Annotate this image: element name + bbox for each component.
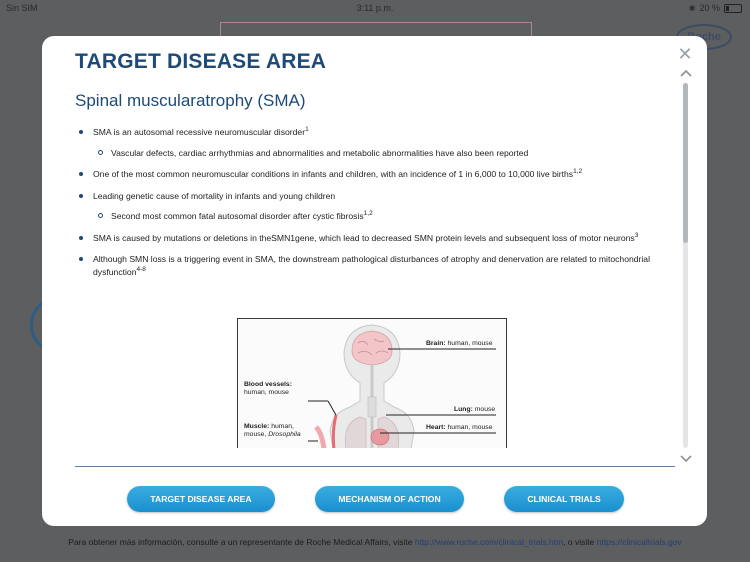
reference-sup: 1,2 (573, 168, 583, 175)
list-item: Although SMN loss is a triggering event … (79, 253, 665, 278)
reference-sup: 3 (634, 231, 639, 239)
chevron-down-icon[interactable] (680, 452, 692, 464)
target-disease-area-button[interactable]: TARGET DISEASE AREA (127, 486, 275, 512)
list-item: SMA is caused by mutations or deletions … (79, 231, 665, 245)
reference-sup: 1,2 (363, 210, 373, 217)
battery-indicator: ✱ 20 % (689, 3, 742, 13)
background-banner (220, 22, 532, 37)
sub-bullet-list: Vascular defects, cardiac arrhythmias an… (93, 147, 665, 160)
footer-link-clinicaltrials[interactable]: https://clinicaltrials.gov (597, 537, 682, 547)
bullet-text: One of the most common neuromuscular con… (93, 169, 574, 179)
bluetooth-icon: ✱ (688, 3, 696, 13)
list-item: One of the most common neuromuscular con… (79, 168, 665, 181)
figure-label-muscle: Muscle: human, mouse, Drosophila (244, 423, 301, 438)
mechanism-of-action-button[interactable]: MECHANISM OF ACTION (315, 486, 464, 512)
figure-label-heart: Heart: human, mouse (426, 424, 493, 431)
info-modal: ✕ TARGET DISEASE AREA Spinal muscularatr… (42, 36, 707, 526)
modal-content[interactable]: TARGET DISEASE AREA Spinal muscularatrop… (75, 48, 665, 448)
sub-bullet-list: Second most common fatal autosomal disor… (93, 210, 665, 223)
clock: 3:11 p.m. (356, 3, 394, 13)
list-item: Vascular defects, cardiac arrhythmias an… (98, 147, 665, 160)
bullet-text: SMA is caused by mutations or deletions … (93, 232, 635, 243)
bullet-text: Second most common fatal autosomal disor… (111, 211, 364, 221)
reference-sup: 4-8 (136, 265, 146, 273)
list-item: Second most common fatal autosomal disor… (98, 210, 665, 223)
figure-label-lung: Lung: mouse (454, 406, 496, 413)
bullet-text: SMA is an autosomal recessive neuromuscu… (93, 127, 306, 137)
modal-divider (75, 466, 675, 467)
bullet-list: SMA is an autosomal recessive neuromuscu… (75, 126, 665, 278)
modal-title: TARGET DISEASE AREA (75, 50, 327, 73)
footer-disclaimer: Para obtener más información, consulte a… (0, 537, 750, 547)
figure-label-brain: Brain: human, mouse (426, 340, 493, 347)
reference-sup: 1 (305, 126, 309, 133)
scrollbar-thumb[interactable] (683, 83, 688, 243)
bullet-text: Vascular defects, cardiac arrhythmias an… (111, 147, 529, 158)
clinical-trials-button[interactable]: CLINICAL TRIALS (504, 486, 624, 512)
battery-icon (724, 3, 742, 13)
close-icon[interactable]: ✕ (677, 45, 693, 63)
bullet-text: Although SMN loss is a triggering event … (93, 254, 650, 277)
anatomy-figure: Brain: human, mouse Blood vessels: human,… (237, 318, 507, 448)
scrollbar[interactable] (683, 83, 688, 448)
list-item: SMA is an autosomal recessive neuromuscu… (79, 126, 665, 160)
footer-link-roche[interactable]: http://www.roche.com/clinical_trials.htm (415, 537, 563, 547)
figure-label-blood-vessels: Blood vessels: human, mouse (244, 381, 292, 396)
list-item: Leading genetic cause of mortality in in… (79, 190, 665, 223)
footer-text-mid: , o visite (563, 537, 597, 547)
chevron-up-icon[interactable] (680, 68, 692, 80)
battery-label: 20 % (699, 3, 720, 13)
status-bar: Sin SIM 3:11 p.m. ✱ 20 % (0, 0, 750, 16)
footer-text: Para obtener más información, consulte a… (68, 537, 415, 547)
bullet-text: Leading genetic cause of mortality in in… (93, 190, 336, 201)
section-subtitle: Spinal muscularatrophy (SMA) (75, 91, 306, 110)
